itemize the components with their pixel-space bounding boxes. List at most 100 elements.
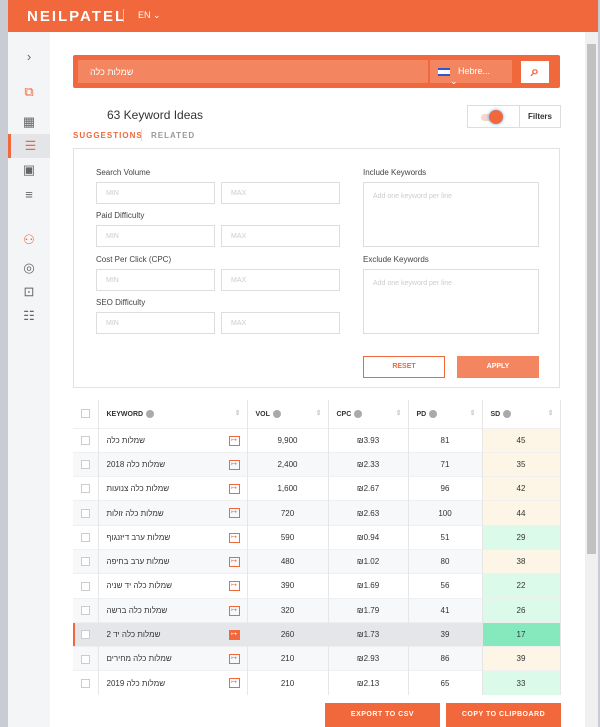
exclude-keywords-textarea[interactable]: Add one keyword per line — [363, 269, 539, 334]
search-icon: ⌕ — [530, 63, 540, 80]
table-row[interactable]: שמלות כלה יד 2 ↦ 260 ₪1.73 39 17 — [73, 621, 561, 647]
keyword-text[interactable]: שמלות כלה יד שניה — [107, 581, 172, 590]
sd-cell: 39 — [482, 646, 561, 671]
column-vol[interactable]: VOL ⇕ — [247, 400, 329, 428]
row-checkbox[interactable] — [81, 605, 90, 615]
table-row[interactable]: שמלות כלה ↦ 9,900 ₪3.93 81 45 — [73, 427, 561, 453]
cpc-min[interactable]: MIN — [96, 269, 215, 291]
keyword-text[interactable]: שמלות כלה — [107, 436, 146, 445]
keyword-text[interactable]: שמלות כלה זולות — [107, 509, 164, 518]
tab-related[interactable]: RELATED — [151, 131, 195, 140]
row-checkbox[interactable] — [81, 654, 90, 664]
cpc-cell: ₪1.79 — [328, 597, 409, 623]
open-keyword-icon[interactable]: ↦ — [228, 508, 240, 519]
sd-cell: 44 — [482, 500, 561, 526]
table-row[interactable]: שמלות כלה צנועות ↦ 1,600 ₪2.67 96 42 — [73, 476, 561, 501]
reset-button[interactable]: RESET — [363, 356, 445, 378]
row-checkbox[interactable] — [81, 581, 90, 591]
column-keyword[interactable]: KEYWORD ⇕ — [98, 400, 248, 428]
table-row[interactable]: שמלות ערב דיזנגוף ↦ 590 ₪0.94 51 29 — [73, 524, 561, 550]
filters-toggle[interactable] — [468, 106, 520, 127]
table-row[interactable]: שמלות כלה 2019 ↦ 210 ₪2.13 65 33 — [73, 670, 561, 696]
rank-tracking-icon[interactable]: ⊡ — [8, 280, 50, 304]
keyword-search-input[interactable]: שמלות כלה — [78, 60, 428, 83]
tab-suggestions[interactable]: SUGGESTIONS — [73, 131, 143, 140]
keyword-search-icon[interactable]: ≡ — [8, 182, 50, 206]
column-cpc[interactable]: CPC ⇕ — [328, 400, 409, 428]
pd-cell: 51 — [408, 524, 483, 550]
open-keyword-icon[interactable]: ↦ — [228, 629, 240, 640]
open-keyword-icon[interactable]: ↦ — [228, 556, 240, 567]
scrollbar-thumb[interactable] — [587, 44, 596, 554]
table-row[interactable]: שמלות ערב בחיפה ↦ 480 ₪1.02 80 38 — [73, 548, 561, 574]
vol-cell: 720 — [247, 500, 329, 526]
search-volume-max[interactable]: MAX — [221, 182, 340, 204]
open-keyword-icon[interactable]: ↦ — [228, 532, 240, 543]
keyword-text[interactable]: שמלות כלה 2018 — [107, 460, 166, 469]
pd-cell: 41 — [408, 597, 483, 623]
row-checkbox[interactable] — [81, 460, 90, 470]
vol-cell: 2,400 — [247, 451, 329, 477]
table-row[interactable]: שמלות כלה יד שניה ↦ 390 ₪1.69 56 22 — [73, 573, 561, 599]
row-checkbox[interactable] — [81, 484, 90, 494]
copy-clipboard-button[interactable]: COPY TO CLIPBOARD — [446, 703, 561, 727]
keyword-text[interactable]: שמלות ערב בחיפה — [107, 557, 170, 566]
search-volume-min[interactable]: MIN — [96, 182, 215, 204]
israel-flag-icon — [438, 67, 450, 76]
language-dropdown[interactable]: Hebre... ⌄ — [430, 60, 512, 86]
table-row[interactable]: שמלות כלה מחירים ↦ 210 ₪2.93 86 39 — [73, 646, 561, 671]
sd-cell: 38 — [482, 548, 561, 574]
users-icon[interactable]: ⚇ — [8, 228, 50, 252]
traffic-analyzer-icon[interactable]: ▦ — [8, 110, 50, 134]
cpc-cell: ₪2.67 — [328, 476, 409, 501]
column-sd[interactable]: SD ⇕ — [482, 400, 561, 428]
paid-difficulty-min[interactable]: MIN — [96, 225, 215, 247]
seo-difficulty-min[interactable]: MIN — [96, 312, 215, 334]
keyword-text[interactable]: שמלות כלה יד 2 — [107, 630, 161, 639]
paid-difficulty-max[interactable]: MAX — [221, 225, 340, 247]
row-checkbox[interactable] — [81, 557, 90, 567]
row-checkbox[interactable] — [81, 630, 90, 640]
site-audit-icon[interactable]: ⧉ — [8, 80, 50, 104]
table-row[interactable]: שמלות כלה 2018 ↦ 2,400 ₪2.33 71 35 — [73, 451, 561, 477]
select-all-checkbox[interactable] — [81, 409, 90, 419]
sd-cell: 17 — [482, 621, 561, 647]
row-checkbox[interactable] — [81, 508, 90, 518]
content-ideas-icon[interactable]: ▣ — [8, 158, 50, 182]
language-selector[interactable]: EN ⌄ — [138, 10, 161, 21]
table-row[interactable]: שמלות כלה ברשה ↦ 320 ₪1.79 41 26 — [73, 597, 561, 623]
keyword-text[interactable]: שמלות כלה מחירים — [107, 654, 172, 663]
sd-cell: 35 — [482, 451, 561, 477]
apply-button[interactable]: APPLY — [457, 356, 539, 378]
include-keywords-textarea[interactable]: Add one keyword per line — [363, 182, 539, 247]
table-row[interactable]: שמלות כלה זולות ↦ 720 ₪2.63 100 44 — [73, 500, 561, 526]
export-csv-button[interactable]: EXPORT TO CSV — [325, 703, 440, 727]
cpc-max[interactable]: MAX — [221, 269, 340, 291]
scrollbar[interactable] — [585, 32, 598, 727]
row-checkbox[interactable] — [81, 435, 90, 445]
keyword-text[interactable]: שמלות כלה צנועות — [107, 484, 170, 493]
keyword-ideas-icon[interactable]: ☰ — [8, 134, 50, 158]
open-keyword-icon[interactable]: ↦ — [228, 605, 240, 616]
open-keyword-icon[interactable]: ↦ — [228, 581, 240, 592]
keyword-text[interactable]: שמלות כלה ברשה — [107, 606, 168, 615]
open-keyword-icon[interactable]: ↦ — [228, 654, 240, 665]
filters-button[interactable]: Filters — [520, 106, 560, 127]
open-keyword-icon[interactable]: ↦ — [228, 459, 240, 470]
column-pd[interactable]: PD ⇕ — [408, 400, 483, 428]
seo-difficulty-max[interactable]: MAX — [221, 312, 340, 334]
backlinks-icon[interactable]: ◎ — [8, 256, 50, 280]
logo[interactable]: NEILPATEL — [27, 8, 126, 25]
keyword-text[interactable]: שמלות ערב דיזנגוף — [107, 533, 171, 542]
open-keyword-icon[interactable]: ↦ — [228, 484, 240, 495]
search-button[interactable]: ⌕ — [521, 61, 549, 83]
row-checkbox[interactable] — [81, 679, 90, 689]
include-keywords-label: Include Keywords — [363, 168, 427, 177]
open-keyword-icon[interactable]: ↦ — [228, 678, 240, 689]
open-keyword-icon[interactable]: ↦ — [228, 435, 240, 446]
row-checkbox[interactable] — [81, 533, 90, 543]
expand-sidebar-icon[interactable]: › — [8, 44, 50, 68]
search-list-icon[interactable]: ☷ — [8, 304, 50, 328]
language-label: Hebre... — [458, 66, 491, 76]
keyword-text[interactable]: שמלות כלה 2019 — [107, 679, 166, 688]
